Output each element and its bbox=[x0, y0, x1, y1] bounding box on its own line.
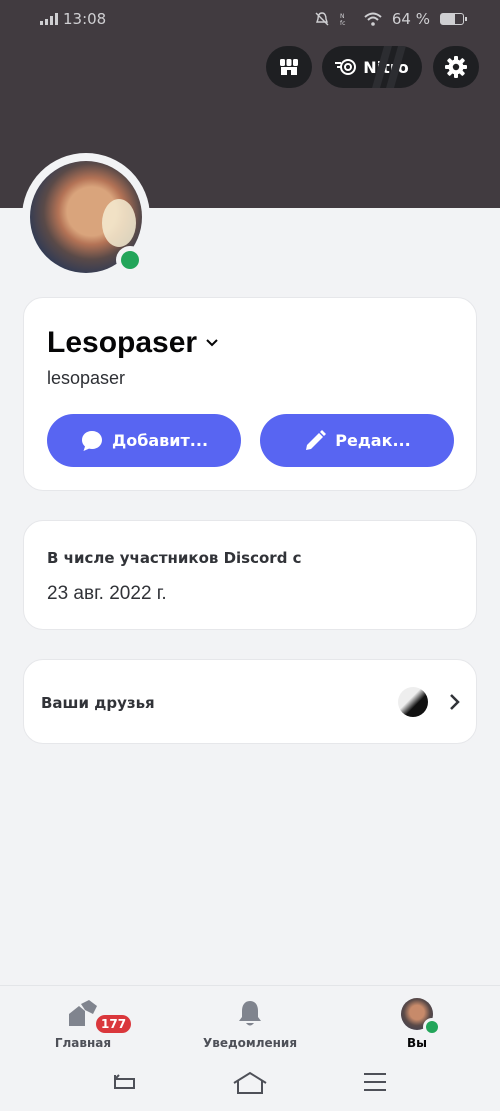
back-icon[interactable] bbox=[111, 1071, 137, 1093]
you-avatar bbox=[401, 998, 441, 1036]
nitro-stripes bbox=[372, 46, 406, 88]
status-bar: 13:08 N fc 64 % bbox=[0, 0, 500, 40]
mute-icon bbox=[315, 12, 329, 26]
profile-card: Lesopaser lesopaser Добавит... Редак... bbox=[23, 297, 477, 491]
bell-icon bbox=[239, 1001, 261, 1026]
friends-card[interactable]: Ваши друзья bbox=[23, 659, 477, 744]
home-icon: 177 bbox=[67, 998, 135, 1036]
status-bar-left: 13:08 bbox=[40, 10, 106, 28]
friends-label: Ваши друзья bbox=[41, 694, 155, 712]
status-time: 13:08 bbox=[63, 10, 107, 28]
nav-home[interactable]: 177 Главная bbox=[13, 998, 153, 1050]
svg-text:N: N bbox=[340, 13, 345, 20]
chevron-down-icon bbox=[206, 339, 218, 347]
signal-icon bbox=[40, 13, 58, 25]
member-since-date: 23 авг. 2022 г. bbox=[47, 583, 167, 604]
nav-notifications-label: Уведомления bbox=[202, 1036, 298, 1050]
nfc-icon: N fc bbox=[340, 13, 345, 27]
status-bar-right: N fc 64 % bbox=[314, 10, 467, 28]
display-name[interactable]: Lesopaser bbox=[47, 326, 219, 360]
battery-icon bbox=[440, 13, 467, 25]
nav-you-label: Вы bbox=[407, 1036, 427, 1050]
edit-profile-button[interactable]: Редак... bbox=[260, 414, 454, 467]
nitro-button[interactable]: Nitro bbox=[322, 46, 422, 88]
username: lesopaser bbox=[47, 368, 126, 388]
battery-fill bbox=[441, 14, 456, 24]
menu-icon[interactable] bbox=[363, 1071, 387, 1093]
system-nav-bar bbox=[0, 1063, 500, 1103]
home-badge: 177 bbox=[93, 1012, 135, 1036]
you-online-icon bbox=[423, 1018, 441, 1036]
add-button-label: Добавит... bbox=[111, 431, 209, 450]
svg-text:fc: fc bbox=[340, 20, 345, 27]
add-status-button[interactable]: Добавит... bbox=[47, 414, 241, 467]
shop-button[interactable] bbox=[266, 46, 312, 88]
battery-percent: 64 % bbox=[391, 10, 430, 28]
wifi-icon bbox=[364, 12, 382, 26]
friend-avatar bbox=[398, 687, 428, 717]
chevron-right-icon bbox=[450, 694, 460, 710]
edit-button-label: Редак... bbox=[335, 431, 411, 450]
member-since-card: В числе участников Discord с 23 авг. 202… bbox=[23, 520, 477, 630]
gear-icon bbox=[445, 56, 467, 78]
nitro-icon bbox=[335, 59, 357, 75]
display-name-text: Lesopaser bbox=[47, 326, 198, 359]
home-nav-icon[interactable] bbox=[232, 1071, 268, 1095]
nav-you[interactable]: Вы bbox=[347, 998, 487, 1050]
chat-bubble-icon bbox=[81, 430, 102, 451]
member-since-title: В числе участников Discord с bbox=[47, 549, 302, 567]
settings-button[interactable] bbox=[433, 46, 479, 88]
nav-notifications[interactable]: Уведомления bbox=[180, 998, 320, 1050]
online-status-icon bbox=[116, 246, 144, 274]
nav-home-label: Главная bbox=[54, 1036, 112, 1050]
shop-icon bbox=[280, 59, 298, 75]
pencil-icon bbox=[306, 429, 327, 450]
